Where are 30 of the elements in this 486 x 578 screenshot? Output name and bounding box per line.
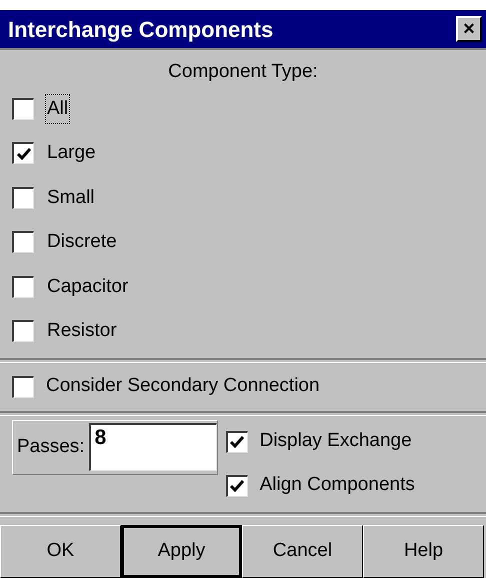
- checkbox[interactable]: [226, 474, 248, 496]
- check-icon: [16, 148, 30, 160]
- passes-label: Passes:: [17, 434, 86, 459]
- checkbox-label[interactable]: Consider Secondary Connection: [46, 372, 320, 401]
- checkbox-label[interactable]: Discrete: [46, 228, 118, 256]
- checkbox-label[interactable]: Align Components: [260, 471, 415, 500]
- checkbox-label[interactable]: All: [46, 94, 70, 123]
- checkbox[interactable]: [12, 376, 34, 398]
- check-icon: [230, 436, 244, 448]
- checkbox-label[interactable]: Small: [46, 184, 96, 212]
- passes-field[interactable]: 8: [88, 423, 217, 471]
- dialog-button[interactable]: Cancel: [242, 524, 363, 578]
- checkbox-label[interactable]: Capacitor: [46, 272, 130, 301]
- window-title: Interchange Components: [8, 16, 274, 44]
- section-heading: Component Type:: [168, 60, 318, 84]
- checkbox[interactable]: [12, 186, 34, 209]
- dialog-button[interactable]: OK: [0, 524, 121, 578]
- close-button[interactable]: ×: [456, 16, 482, 42]
- checkbox[interactable]: [12, 276, 34, 298]
- dialog-button[interactable]: Help: [363, 524, 484, 578]
- checkbox[interactable]: [226, 430, 248, 452]
- checkbox-label[interactable]: Large: [46, 139, 97, 168]
- checkbox[interactable]: [12, 142, 34, 164]
- dialog-button[interactable]: Apply: [121, 524, 242, 578]
- checkbox[interactable]: [12, 98, 34, 120]
- checkbox[interactable]: [12, 320, 34, 342]
- checkbox-label[interactable]: Display Exchange: [260, 427, 412, 456]
- checkbox[interactable]: [12, 231, 34, 254]
- check-icon: [230, 480, 244, 492]
- checkbox-label[interactable]: Resistor: [46, 317, 118, 346]
